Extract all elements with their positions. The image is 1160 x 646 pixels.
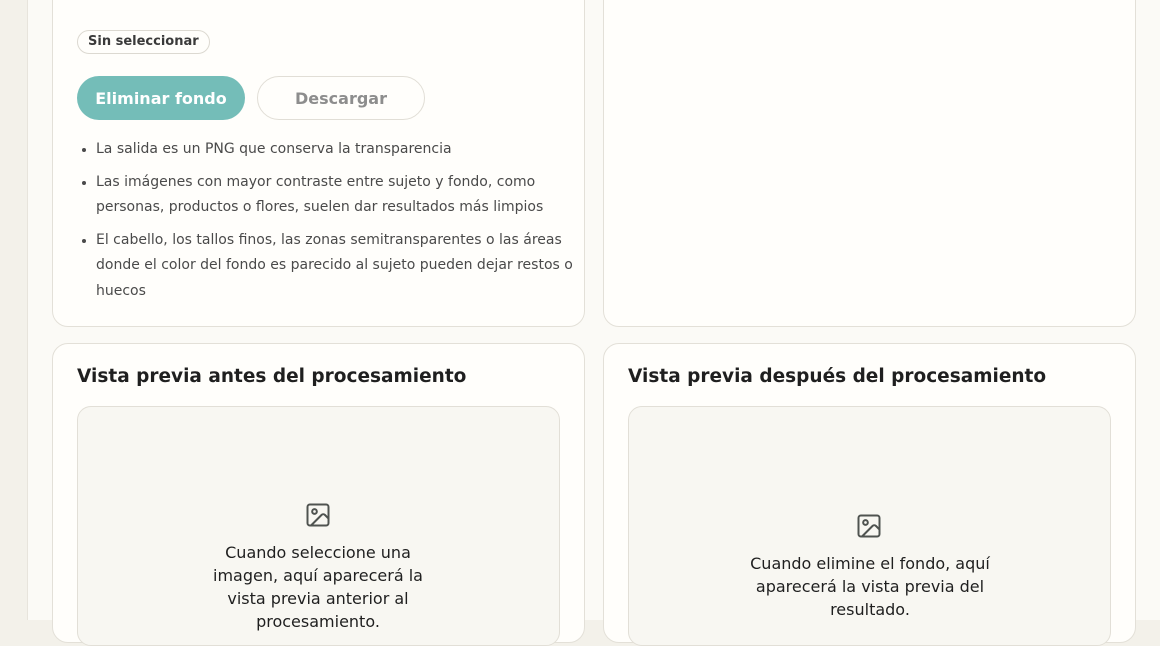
before-preview-title: Vista previa antes del procesamiento <box>77 366 467 387</box>
after-empty-message: Cuando elimine el fondo, aquí aparecerá … <box>750 554 990 619</box>
image-icon <box>857 514 881 538</box>
upload-card <box>603 0 1136 327</box>
before-empty-message: Cuando seleccione una imagen, aquí apare… <box>213 543 423 631</box>
tip-item: El cabello, los tallos finos, las zonas … <box>82 228 591 305</box>
remove-background-button[interactable]: Eliminar fondo <box>77 76 245 120</box>
image-icon <box>306 503 330 527</box>
tips-list: La salida es un PNG que conserva la tran… <box>77 137 591 311</box>
after-preview-title: Vista previa después del procesamiento <box>628 366 1047 387</box>
status-badge: Sin seleccionar <box>77 30 210 54</box>
download-button[interactable]: Descargar <box>257 76 425 120</box>
tip-item: Las imágenes con mayor contraste entre s… <box>82 170 591 221</box>
tip-item: La salida es un PNG que conserva la tran… <box>82 137 591 163</box>
